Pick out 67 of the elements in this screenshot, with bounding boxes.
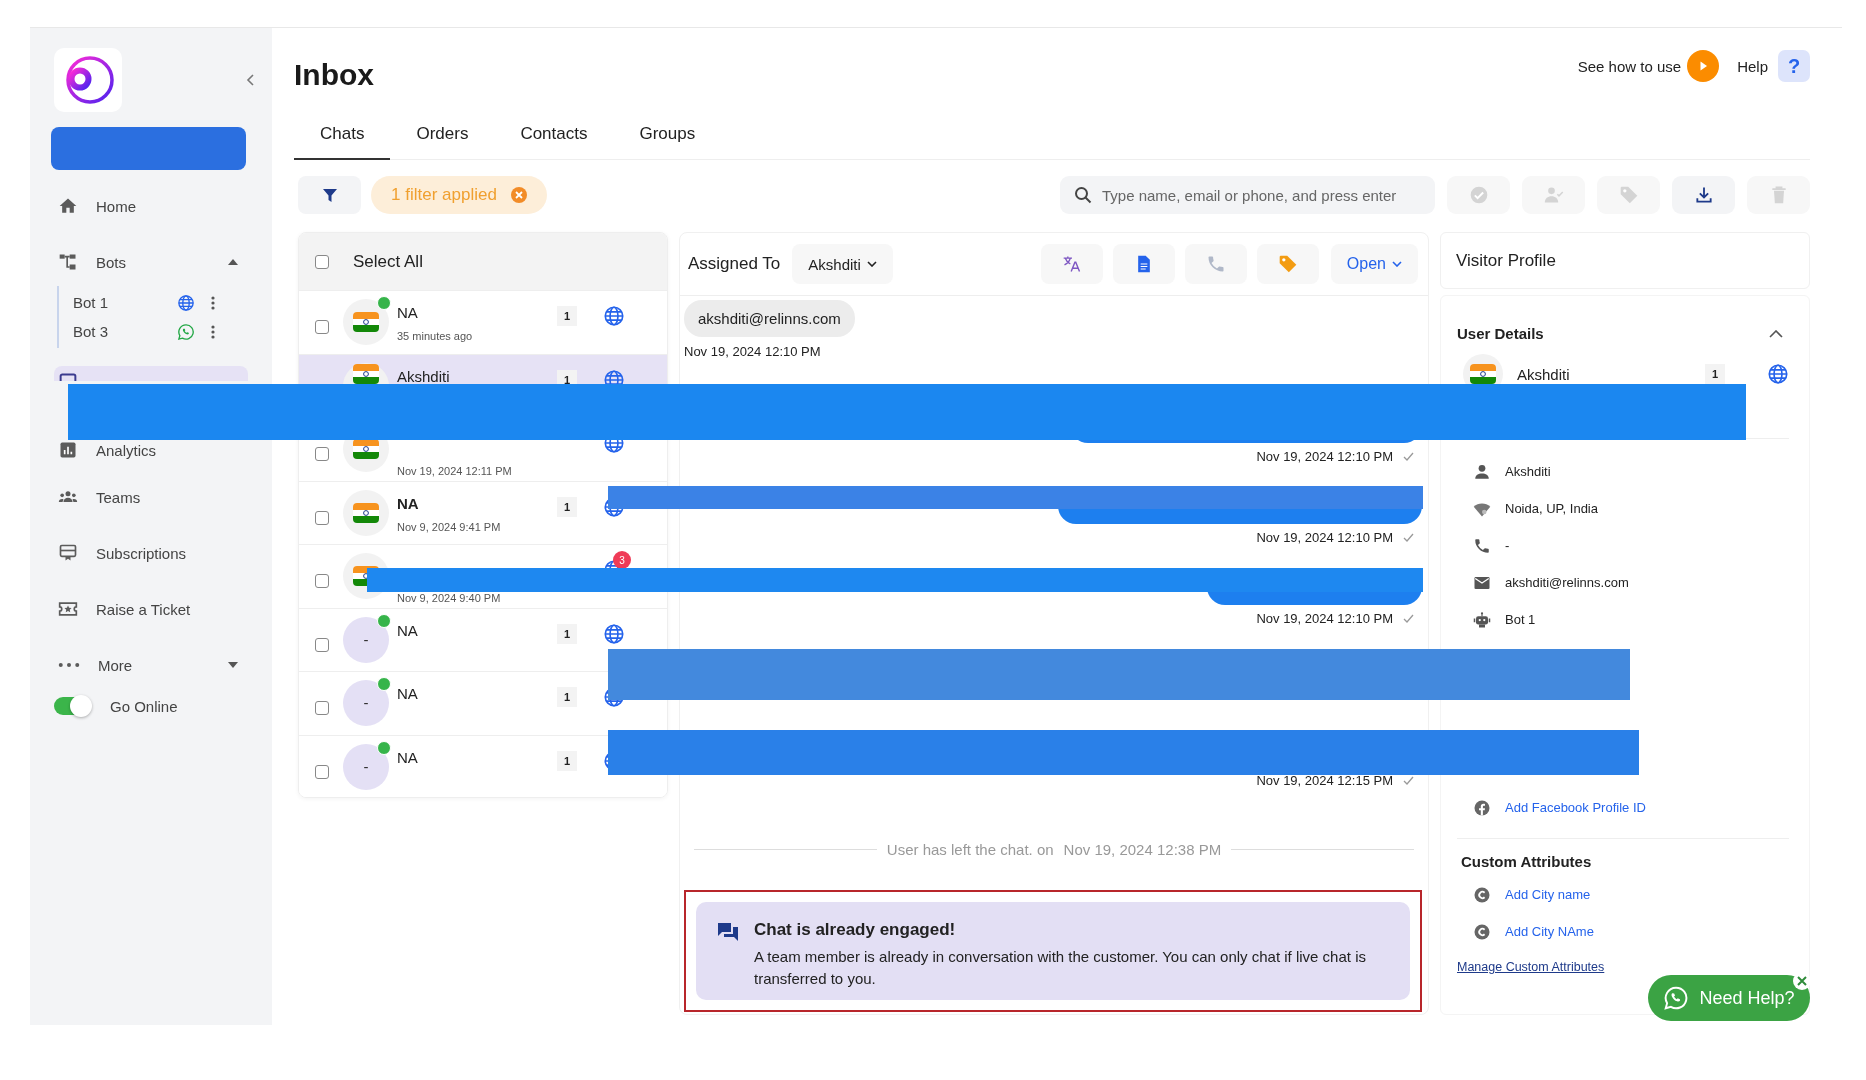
add-link[interactable]: Add City NAme	[1505, 924, 1594, 939]
contact-name: Akshditi	[397, 367, 451, 386]
nav-item[interactable]: More	[54, 647, 248, 683]
assigned-label: Assigned To	[688, 254, 781, 274]
filter-label: 1 filter applied	[391, 185, 497, 205]
contact-name: NA	[397, 494, 420, 513]
tab[interactable]: Contacts	[494, 110, 614, 160]
avatar-initial: -	[363, 630, 369, 649]
nav-item[interactable]: Raise a Ticket	[54, 591, 248, 627]
detail-text: Akshditi	[1505, 464, 1551, 479]
count-badge: 1	[557, 687, 577, 708]
timestamp: Nov 19, 2024 12:10 PM	[1256, 448, 1393, 464]
count-badge: 1	[557, 496, 577, 517]
contact-name: Akshditi	[1517, 366, 1571, 382]
nav-item[interactable]: Teams	[54, 479, 248, 515]
count-badge: 1	[1705, 364, 1725, 384]
timestamp: Nov 19, 2024 12:10 PM	[1256, 610, 1393, 626]
contact-name: NA	[397, 621, 419, 640]
timestamp: Nov 19, 2024 12:11 PM	[397, 465, 513, 477]
detail-text: -	[1505, 538, 1510, 553]
help-button[interactable]: ?	[1778, 50, 1810, 82]
bot-item[interactable]: Bot 3	[59, 317, 227, 346]
timestamp: Nov 19, 2024 12:15 PM	[1256, 772, 1393, 788]
contact-name: NA	[397, 304, 419, 322]
event-time: Nov 19, 2024 12:38 PM	[1063, 841, 1222, 858]
timestamp: Nov 19, 2024 12:10 PM	[684, 344, 821, 359]
notice-text: A team member is already in conversation with the customer. You can only chat if live chat is transferred to you.	[754, 947, 1367, 989]
nav-item[interactable]: Home	[54, 188, 248, 224]
add-link[interactable]: Add Facebook Profile ID	[1505, 800, 1646, 815]
select-all-label: Select All	[353, 251, 423, 272]
nav-item[interactable]: Subscriptions	[54, 535, 248, 571]
tab[interactable]: Orders	[390, 110, 495, 160]
tab[interactable]: Chats	[294, 110, 391, 160]
detail-text: akshditi@relinns.com	[1505, 575, 1629, 590]
timestamp: Nov 9, 2024 9:41 PM	[397, 520, 502, 533]
assignee-dropdown[interactable]: Akshditi	[792, 244, 893, 284]
nav-item[interactable]: Bots	[54, 244, 248, 280]
notice-title: Chat is already engaged!	[754, 920, 957, 940]
page-title: Inbox	[294, 58, 374, 92]
search-field[interactable]: Type name, email or phone, and press enter	[1060, 176, 1435, 214]
contact-name: NA	[397, 685, 419, 703]
manage-link[interactable]: Manage Custom Attributes	[1457, 960, 1605, 974]
detail-text: Bot 1	[1505, 612, 1536, 627]
bot-item[interactable]: Bot 1	[59, 288, 227, 317]
unread-badge: 3	[613, 551, 631, 570]
status-dropdown[interactable]: Open	[1330, 244, 1418, 284]
section-title: User Details	[1457, 325, 1544, 342]
avatar-initial: -	[363, 757, 369, 776]
contact-name: NA	[397, 748, 419, 767]
nav-item[interactable]: Analytics	[54, 438, 248, 462]
tab[interactable]: Groups	[613, 110, 722, 160]
avatar-initial: -	[363, 694, 369, 713]
count-badge: 1	[557, 623, 577, 644]
help-link[interactable]: Help	[1737, 57, 1768, 75]
toggle-label: Go Online	[110, 697, 178, 715]
timestamp: 35 minutes ago	[397, 330, 474, 342]
detail-text: Noida, UP, India	[1505, 501, 1598, 516]
profile-title: Visitor Profile	[1456, 250, 1556, 271]
tutorial-link[interactable]: See how to use	[1577, 57, 1682, 75]
timestamp: Nov 19, 2024 12:10 PM	[1256, 529, 1393, 545]
timestamp: Nov 9, 2024 9:40 PM	[397, 592, 502, 604]
section-title: Custom Attributes	[1461, 853, 1593, 870]
add-link[interactable]: Add City name	[1505, 887, 1591, 902]
count-badge: 1	[557, 750, 577, 771]
message-bubble: akshditi@relinns.com	[684, 300, 855, 337]
count-badge: 1	[557, 306, 577, 327]
event-text: User has left the chat. on	[886, 841, 1054, 858]
